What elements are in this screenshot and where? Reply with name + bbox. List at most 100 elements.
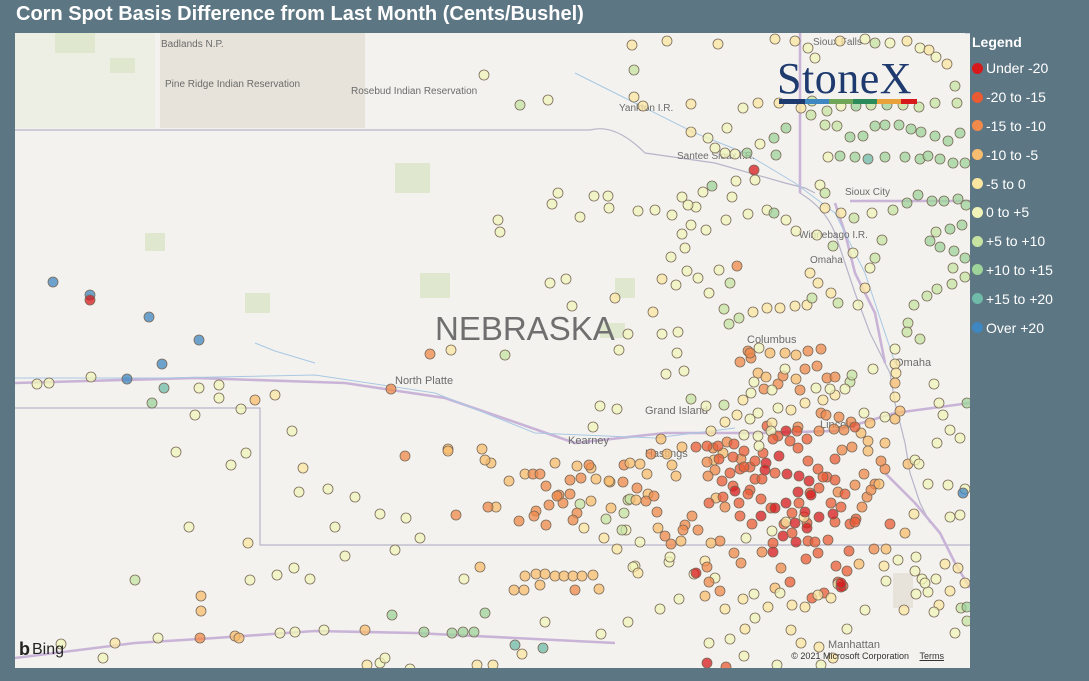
location-dot[interactable]	[121, 373, 133, 385]
location-dot[interactable]	[701, 561, 713, 573]
location-dot[interactable]	[611, 403, 623, 415]
location-dot[interactable]	[540, 519, 552, 531]
location-dot[interactable]	[880, 575, 892, 587]
location-dot[interactable]	[628, 64, 640, 76]
location-dot[interactable]	[829, 453, 841, 465]
location-dot[interactable]	[738, 461, 750, 473]
location-dot[interactable]	[660, 368, 672, 380]
location-dot[interactable]	[641, 468, 653, 480]
location-dot[interactable]	[802, 345, 814, 357]
location-dot[interactable]	[673, 593, 685, 605]
location-dot[interactable]	[349, 491, 361, 503]
location-dot[interactable]	[862, 445, 874, 457]
location-dot[interactable]	[499, 349, 511, 361]
location-dot[interactable]	[622, 616, 634, 628]
location-dot[interactable]	[297, 462, 309, 474]
location-dot[interactable]	[800, 553, 812, 565]
location-dot[interactable]	[761, 302, 773, 314]
location-dot[interactable]	[905, 123, 917, 135]
location-dot[interactable]	[954, 509, 966, 521]
location-dot[interactable]	[703, 497, 715, 509]
location-dot[interactable]	[631, 482, 643, 494]
location-dot[interactable]	[752, 430, 764, 442]
location-dot[interactable]	[799, 506, 811, 518]
location-dot[interactable]	[766, 384, 778, 396]
location-dot[interactable]	[833, 411, 845, 423]
location-dot[interactable]	[685, 219, 697, 231]
location-dot[interactable]	[664, 551, 676, 563]
location-dot[interactable]	[824, 383, 836, 395]
location-dot[interactable]	[879, 119, 891, 131]
location-dot[interactable]	[929, 130, 941, 142]
location-dot[interactable]	[746, 518, 758, 530]
location-dot[interactable]	[158, 382, 170, 394]
location-dot[interactable]	[839, 383, 851, 395]
location-dot[interactable]	[834, 35, 846, 47]
location-dot[interactable]	[930, 51, 942, 63]
location-dot[interactable]	[954, 127, 966, 139]
location-dot[interactable]	[878, 560, 890, 572]
location-dot[interactable]	[887, 204, 899, 216]
location-dot[interactable]	[487, 659, 499, 668]
location-dot[interactable]	[922, 478, 934, 490]
location-dot[interactable]	[889, 377, 901, 389]
location-dot[interactable]	[713, 453, 725, 465]
location-dot[interactable]	[780, 425, 792, 437]
location-dot[interactable]	[755, 493, 767, 505]
location-dot[interactable]	[492, 214, 504, 226]
legend-item[interactable]: 0 to +5	[972, 198, 1086, 227]
location-dot[interactable]	[652, 522, 664, 534]
location-dot[interactable]	[753, 342, 765, 354]
location-dot[interactable]	[792, 442, 804, 454]
location-dot[interactable]	[678, 365, 690, 377]
location-dot[interactable]	[815, 343, 827, 355]
legend-item[interactable]: +15 to +20	[972, 284, 1086, 313]
location-dot[interactable]	[152, 632, 164, 644]
location-dot[interactable]	[574, 498, 586, 510]
location-dot[interactable]	[880, 543, 892, 555]
location-dot[interactable]	[780, 516, 792, 528]
location-dot[interactable]	[567, 514, 579, 526]
location-dot[interactable]	[961, 397, 970, 409]
location-dot[interactable]	[859, 604, 871, 616]
location-dot[interactable]	[503, 475, 515, 487]
location-dot[interactable]	[748, 588, 760, 600]
location-dot[interactable]	[514, 99, 526, 111]
location-dot[interactable]	[702, 470, 714, 482]
location-dot[interactable]	[941, 58, 953, 70]
location-dot[interactable]	[769, 467, 781, 479]
location-dot[interactable]	[590, 473, 602, 485]
location-dot[interactable]	[539, 616, 551, 628]
location-dot[interactable]	[269, 389, 281, 401]
location-dot[interactable]	[479, 607, 491, 619]
location-dot[interactable]	[585, 495, 597, 507]
location-dot[interactable]	[598, 532, 610, 544]
location-dot[interactable]	[825, 287, 837, 299]
location-dot[interactable]	[457, 626, 469, 638]
location-dot[interactable]	[769, 33, 781, 45]
location-dot[interactable]	[156, 358, 168, 370]
map-canvas[interactable]: Badlands N.P. Pine Ridge Indian Reservat…	[15, 33, 970, 668]
location-dot[interactable]	[790, 373, 802, 385]
location-dot[interactable]	[651, 506, 663, 518]
location-dot[interactable]	[719, 416, 731, 428]
location-dot[interactable]	[478, 69, 490, 81]
location-dot[interactable]	[170, 446, 182, 458]
location-dot[interactable]	[786, 527, 798, 539]
location-dot[interactable]	[829, 474, 841, 486]
location-dot[interactable]	[841, 565, 853, 577]
location-dot[interactable]	[817, 394, 829, 406]
location-dot[interactable]	[540, 480, 552, 492]
location-dot[interactable]	[772, 402, 784, 414]
location-dot[interactable]	[889, 343, 901, 355]
location-dot[interactable]	[777, 530, 789, 542]
location-dot[interactable]	[865, 484, 877, 496]
location-dot[interactable]	[899, 527, 911, 539]
location-dot[interactable]	[859, 282, 871, 294]
location-dot[interactable]	[726, 191, 738, 203]
location-dot[interactable]	[869, 37, 881, 49]
location-dot[interactable]	[648, 490, 660, 502]
location-dot[interactable]	[656, 328, 668, 340]
location-dot[interactable]	[768, 132, 780, 144]
location-dot[interactable]	[634, 536, 646, 548]
